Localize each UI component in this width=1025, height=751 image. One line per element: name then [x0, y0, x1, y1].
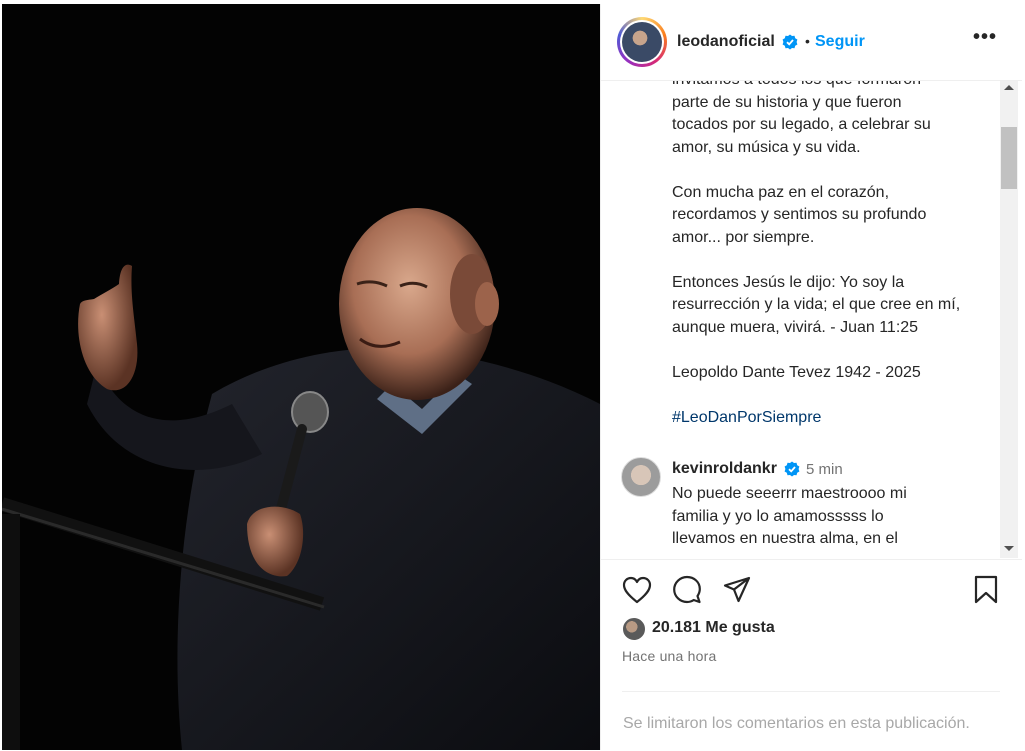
caption-line: parte de su historia y que fueron	[672, 93, 902, 111]
scrollbar-thumb[interactable]	[1001, 127, 1017, 189]
liker-avatar[interactable]	[622, 617, 646, 641]
verified-badge-icon	[784, 461, 800, 477]
caption-line: recordamos y sentimos su profundo	[672, 206, 927, 223]
caption-line: Entonces Jesús le dijo: Yo soy la	[672, 273, 905, 291]
caption-line: resurrección y la vida; el que cree en m…	[672, 296, 961, 313]
comment-icon[interactable]	[672, 575, 702, 605]
caption-line: Leopoldo Dante Tevez 1942 - 2025	[672, 363, 921, 381]
comments-limited-notice: Se limitaron los comentarios en esta pub…	[623, 715, 970, 732]
caption-line: tocados por su legado, a celebrar su	[672, 116, 931, 133]
separator-dot: •	[805, 33, 810, 49]
caption-line: aunque muera, vivirá. - Juan 11:25	[672, 318, 919, 336]
scroll-down-arrow-icon[interactable]	[1004, 546, 1014, 551]
caption-line: Con mucha paz en el corazón,	[672, 183, 890, 201]
caption-line: amor, su música y su vida.	[672, 138, 861, 156]
caption-comments-scroll[interactable]: invitamos a todos los que formaron parte…	[601, 81, 1022, 559]
caption-line: amor... por siempre.	[672, 228, 815, 246]
comment-line: familia y yo lo amamosssss lo	[672, 507, 884, 525]
scrollbar[interactable]	[1000, 81, 1018, 558]
post-side-panel: leodanoficial • Seguir ••• invitamos a t…	[600, 4, 1022, 750]
hashtag-link[interactable]: #LeoDanPorSiempre	[672, 407, 992, 430]
share-icon[interactable]	[722, 575, 752, 605]
more-options-icon[interactable]: •••	[973, 27, 997, 54]
comment-line: No puede seeerrr maestroooo mi	[672, 485, 907, 502]
heart-icon[interactable]	[622, 576, 652, 604]
verified-badge-icon	[782, 34, 798, 50]
bookmark-icon[interactable]	[973, 575, 999, 605]
commenter-username[interactable]: kevinroldankr	[672, 460, 777, 478]
post-photo[interactable]	[2, 4, 600, 750]
post-timestamp[interactable]: Hace una hora	[622, 648, 716, 664]
comment-line: llevamos en nuestra alma, en el	[672, 530, 898, 547]
likes-count[interactable]: 20.181 Me gusta	[652, 619, 775, 637]
scroll-up-arrow-icon[interactable]	[1004, 85, 1014, 90]
photo-illustration	[2, 4, 600, 750]
username-link[interactable]: leodanoficial	[677, 33, 775, 51]
commenter-avatar[interactable]	[621, 457, 661, 497]
follow-button[interactable]: Seguir	[815, 33, 865, 51]
post-actions: 20.181 Me gusta Hace una hora Se limitar…	[601, 559, 1022, 746]
comment-text: No puede seeerrr maestroooo mi familia y…	[672, 483, 972, 551]
divider	[622, 691, 1000, 692]
comment-time[interactable]: 5 min	[806, 461, 843, 478]
post-header: leodanoficial • Seguir •••	[601, 4, 1022, 81]
post-caption: invitamos a todos los que formaron parte…	[672, 81, 992, 429]
caption-line: invitamos a todos los que formaron	[672, 81, 992, 92]
profile-avatar[interactable]	[617, 17, 667, 67]
